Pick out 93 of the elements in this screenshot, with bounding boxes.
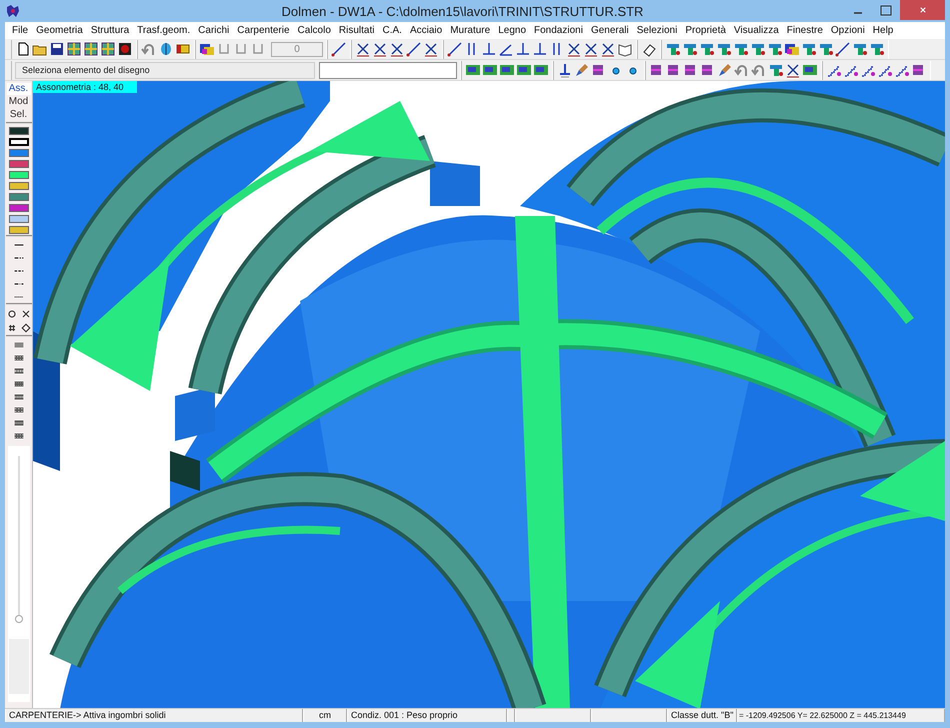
- axis-icon[interactable]: [785, 62, 801, 78]
- slab-icon[interactable]: [802, 62, 818, 78]
- color-swatch[interactable]: [8, 171, 28, 179]
- undo-arrow-icon[interactable]: [751, 62, 767, 78]
- slab-icon[interactable]: [533, 62, 549, 78]
- slab-icon[interactable]: [465, 62, 481, 78]
- perpendicular-icon[interactable]: [481, 41, 497, 57]
- menu-item[interactable]: Selezioni: [632, 25, 682, 36]
- menu-item[interactable]: Murature: [446, 25, 494, 36]
- slab-icon[interactable]: [482, 62, 498, 78]
- menu-item[interactable]: Visualizza: [730, 25, 783, 36]
- prompt-text: Seleziona elemento del disegno: [15, 62, 315, 78]
- menu-item[interactable]: Risultati: [334, 25, 378, 36]
- line-icon[interactable]: [331, 41, 347, 57]
- sphere-icon[interactable]: [158, 41, 174, 57]
- view-label: Assonometria : 48, 40: [33, 81, 137, 93]
- floppy-icon[interactable]: [49, 41, 65, 57]
- menu-item[interactable]: Legno: [494, 25, 530, 36]
- menu-item[interactable]: Carpenterie: [233, 25, 294, 36]
- menu-item[interactable]: Acciaio: [406, 25, 446, 36]
- palette-tab[interactable]: Mod: [6, 96, 30, 108]
- menu-item[interactable]: File: [8, 25, 32, 36]
- menu-item[interactable]: Generali: [586, 25, 633, 36]
- zoom-slider-thumb[interactable]: [14, 615, 22, 623]
- app-logo-icon: [5, 3, 21, 19]
- status-text: Classe dutt. "B": [667, 709, 737, 722]
- window-title: Dolmen - DW1A - C:\dolmen15\lavori\TRINIT\STRUTTUR.STR: [280, 4, 644, 18]
- beam-icon[interactable]: [699, 41, 715, 57]
- beam-icon[interactable]: [768, 62, 784, 78]
- menu-item[interactable]: Calcolo: [294, 25, 335, 36]
- axis-icon[interactable]: [600, 41, 616, 57]
- status-text: CARPENTERIE-> Attiva ingombri solidi: [5, 709, 303, 722]
- menu-item[interactable]: Fondazioni: [530, 25, 587, 36]
- line-icon[interactable]: [447, 41, 463, 57]
- color-swatch[interactable]: [8, 138, 28, 146]
- circle-marker-icon[interactable]: [6, 308, 18, 320]
- axis-icon[interactable]: [389, 41, 405, 57]
- beam-icon[interactable]: [665, 41, 681, 57]
- beam-icon[interactable]: [818, 41, 834, 57]
- line-icon[interactable]: [406, 41, 422, 57]
- menu-item[interactable]: Geometria: [32, 25, 87, 36]
- menu-item[interactable]: Help: [868, 25, 898, 36]
- color-swatch[interactable]: [8, 215, 28, 223]
- brush-icon[interactable]: [717, 62, 733, 78]
- beam-icon[interactable]: [716, 41, 732, 57]
- axis-icon[interactable]: [583, 41, 599, 57]
- menu-item[interactable]: Finestre: [782, 25, 827, 36]
- grid-icon[interactable]: [100, 41, 116, 57]
- grid-icon[interactable]: [66, 41, 82, 57]
- beam-icon[interactable]: [750, 41, 766, 57]
- color-swatch[interactable]: [8, 182, 28, 190]
- beam-icon[interactable]: [852, 41, 868, 57]
- axis-icon[interactable]: [372, 41, 388, 57]
- layers-icon[interactable]: [199, 41, 215, 57]
- grid-icon[interactable]: [83, 41, 99, 57]
- stop-icon[interactable]: [117, 41, 133, 57]
- slab-icon[interactable]: [499, 62, 515, 78]
- beam-icon[interactable]: [682, 41, 698, 57]
- slab-icon[interactable]: [516, 62, 532, 78]
- diamond-marker-icon[interactable]: [20, 322, 32, 334]
- beam-icon[interactable]: [869, 41, 885, 57]
- menu-item[interactable]: C.A.: [378, 25, 406, 36]
- beam-icon[interactable]: [801, 41, 817, 57]
- color-swatch[interactable]: [8, 160, 28, 168]
- brush-icon[interactable]: [574, 62, 590, 78]
- beam-icon[interactable]: [733, 41, 749, 57]
- axis-icon[interactable]: [566, 41, 582, 57]
- menu-item[interactable]: Proprietà: [681, 25, 730, 36]
- menu-item[interactable]: Trasf.geom.: [133, 25, 194, 36]
- status-text: Condiz. 001 : Peso proprio: [347, 709, 507, 722]
- menu-item[interactable]: Struttura: [86, 25, 134, 36]
- cross-marker-icon[interactable]: [20, 308, 32, 320]
- color-swatch[interactable]: [8, 149, 28, 157]
- line-icon[interactable]: [835, 41, 851, 57]
- axis-icon[interactable]: [423, 41, 439, 57]
- layers-icon[interactable]: [784, 41, 800, 57]
- undo-arrow-icon[interactable]: [734, 62, 750, 78]
- palette-tab[interactable]: Ass.: [6, 83, 30, 95]
- color-swatch[interactable]: [8, 127, 28, 135]
- beam-icon[interactable]: [767, 41, 783, 57]
- palette-tab[interactable]: Sel.: [6, 109, 30, 121]
- color-swatch[interactable]: [8, 193, 28, 201]
- axis-icon[interactable]: [355, 41, 371, 57]
- menu-item[interactable]: Carichi: [194, 25, 234, 36]
- command-input-field[interactable]: [319, 62, 457, 78]
- status-text: = -1209.492506 Y= 22.625000 Z = 445.213449: [737, 709, 945, 722]
- support-icon[interactable]: [557, 62, 573, 78]
- color-swatch[interactable]: [8, 204, 28, 212]
- perpendicular-icon[interactable]: [532, 41, 548, 57]
- menu-item[interactable]: Opzioni: [826, 25, 869, 36]
- perpendicular-icon[interactable]: [515, 41, 531, 57]
- color-swatch[interactable]: [8, 226, 28, 234]
- status-text: cm: [303, 709, 347, 722]
